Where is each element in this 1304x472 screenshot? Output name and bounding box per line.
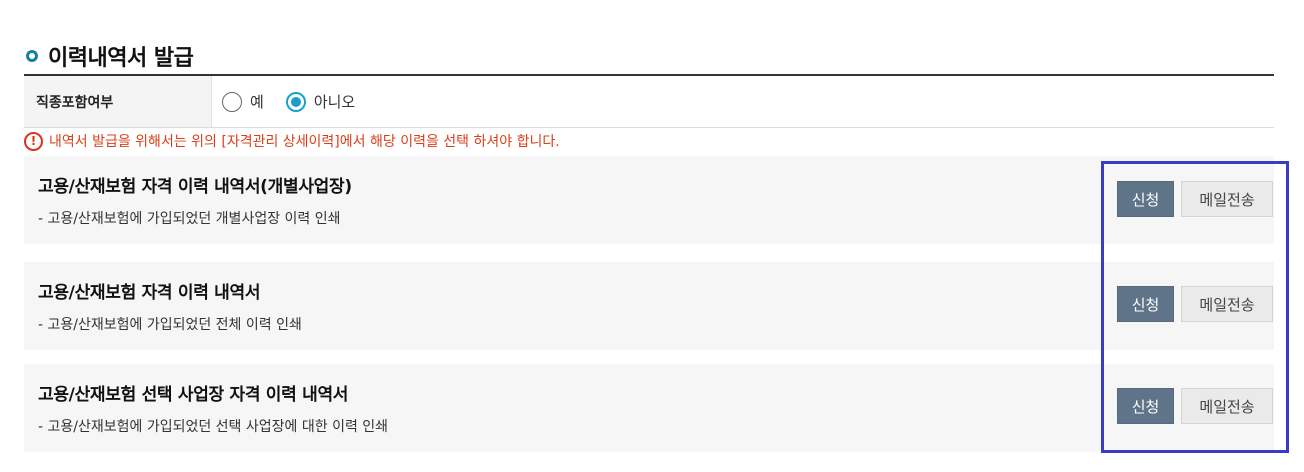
notice-text: 내역서 발급을 위해서는 위의 [자격관리 상세이력]에서 해당 이력을 선택 … — [49, 134, 560, 150]
card-description: - 고용/산재보험에 가입되었던 선택 사업장에 대한 이력 인쇄 — [38, 419, 389, 435]
apply-button[interactable]: 신청 — [1117, 181, 1174, 217]
radio-no-label: 아니오 — [313, 93, 356, 111]
card-title: 고용/산재보험 자격 이력 내역서(개별사업장) — [38, 177, 352, 197]
send-mail-button[interactable]: 메일전송 — [1181, 388, 1273, 424]
cert-card-all: 고용/산재보험 자격 이력 내역서 - 고용/산재보험에 가입되었던 전체 이력… — [24, 262, 1274, 350]
send-mail-button[interactable]: 메일전송 — [1181, 286, 1273, 322]
cert-card-selected: 고용/산재보험 선택 사업장 자격 이력 내역서 - 고용/산재보험에 가입되었… — [24, 364, 1274, 452]
apply-button[interactable]: 신청 — [1117, 286, 1174, 322]
send-mail-button[interactable]: 메일전송 — [1181, 181, 1273, 217]
section-title: 이력내역서 발급 — [48, 46, 194, 71]
card-title: 고용/산재보험 자격 이력 내역서 — [38, 283, 261, 303]
card-description: - 고용/산재보험에 가입되었던 전체 이력 인쇄 — [38, 317, 302, 333]
radio-yes-label: 예 — [250, 93, 264, 111]
job-option-radios: 예 아니오 — [212, 76, 1274, 127]
cert-card-individual: 고용/산재보험 자격 이력 내역서(개별사업장) - 고용/산재보험에 가입되었… — [24, 156, 1274, 244]
card-description: - 고용/산재보험에 가입되었던 개별사업장 이력 인쇄 — [38, 211, 341, 227]
job-option-table: 직종포함여부 예 아니오 — [24, 74, 1274, 128]
radio-option-yes[interactable]: 예 — [222, 91, 264, 112]
radio-yes-icon[interactable] — [222, 91, 242, 112]
section-header: 이력내역서 발급 — [26, 38, 194, 74]
apply-button[interactable]: 신청 — [1117, 388, 1174, 424]
card-title: 고용/산재보험 선택 사업장 자격 이력 내역서 — [38, 385, 349, 405]
exclamation-icon: ! — [24, 131, 43, 151]
radio-no-icon[interactable] — [285, 91, 306, 112]
circle-bullet-icon — [26, 50, 38, 62]
job-option-label: 직종포함여부 — [24, 76, 212, 127]
notice-message: ! 내역서 발급을 위해서는 위의 [자격관리 상세이력]에서 해당 이력을 선… — [24, 130, 560, 152]
radio-option-no[interactable]: 아니오 — [285, 91, 356, 112]
